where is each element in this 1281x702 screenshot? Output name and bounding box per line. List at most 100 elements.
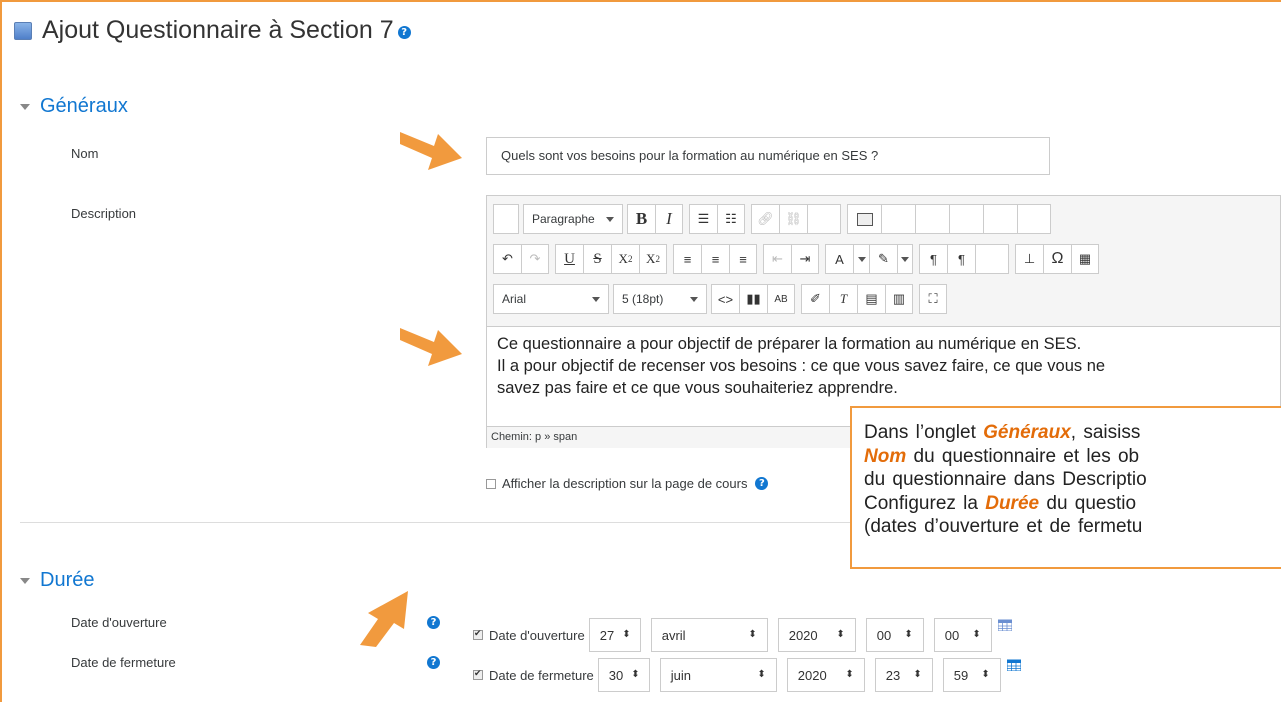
editor-line: Il a pour objectif de recenser vos besoi… (497, 357, 1106, 375)
background-color-dropdown[interactable] (897, 244, 913, 274)
link-button[interactable]: 🔗︎ (751, 204, 779, 234)
ltr-button[interactable]: ¶ (919, 244, 947, 274)
underline-button[interactable]: U (555, 244, 583, 274)
close-hour-select[interactable]: 23 ⬍ (874, 658, 933, 692)
strikethrough-button[interactable]: S (583, 244, 611, 274)
table-button[interactable]: ▦ (1071, 244, 1099, 274)
align-right-button[interactable]: ≡ (729, 244, 757, 274)
open-month-select[interactable]: avril ⬍ (650, 618, 768, 652)
open-year-value: 2020 (788, 627, 818, 643)
callout-line-1: Dans l’onglet Généraux, saisiss (864, 421, 1276, 445)
insert-upload-button[interactable]: ⊥ (1015, 244, 1043, 274)
image-button[interactable] (847, 204, 881, 234)
open-date-enable-checkbox[interactable] (473, 628, 483, 640)
callout-emphasis: Nom (864, 445, 907, 467)
chevron-down-icon (690, 296, 698, 302)
find-button[interactable]: ▮▮ (739, 284, 767, 314)
questionnaire-icon (14, 21, 32, 40)
paste-word-button[interactable]: ▥ (885, 284, 913, 314)
section-duration-toggle[interactable]: Durée (20, 569, 94, 592)
frame-border-left (0, 0, 2, 702)
callout-emphasis: Généraux (983, 422, 1071, 443)
open-date-row: Date d'ouverture 27 ⬍ avril ⬍ 2020 ⬍ 00 ⬍ 00… (473, 618, 1012, 652)
align-left-button[interactable]: ≡ (673, 244, 701, 274)
spellcheck-button[interactable]: AB (767, 284, 795, 314)
special-char-button[interactable]: Ω (1043, 244, 1071, 274)
font-size-value: 5 (18pt) (622, 292, 664, 306)
format-select-value: Paragraphe (532, 212, 595, 226)
open-hour-value: 00 (876, 627, 892, 643)
open-hour-select[interactable]: 00 ⬍ (865, 618, 924, 652)
section-general-title: Généraux (40, 95, 128, 117)
align-center-button[interactable]: ≡ (701, 244, 729, 274)
chevron-down-icon (606, 216, 614, 222)
italic-button[interactable]: I (655, 204, 683, 234)
rtl-button[interactable]: ¶ (947, 244, 975, 274)
chevron-down-icon (901, 256, 909, 262)
open-year-select[interactable]: 2020 ⬍ (777, 618, 856, 652)
close-month-select[interactable]: juin ⬍ (659, 658, 777, 692)
callout-line-3: du questionnaire dans Descriptio (864, 469, 1147, 490)
close-month-value: juin (670, 667, 692, 683)
editor-toolbar-row-2: ↶ ↷ U S X2 X2 ≡ ≡ ≡ ⇤ ⇥ A ✎ ¶ ¶ ⊥ Ω ▦ (493, 244, 1103, 274)
name-input[interactable]: Quels sont vos besoins pour la formation… (486, 137, 1050, 175)
close-date-enable-checkbox[interactable] (473, 668, 483, 680)
clear-format-button[interactable]: ✐ (801, 284, 829, 314)
spinner-icon: ⬍ (981, 669, 990, 680)
close-minute-select[interactable]: 59 ⬍ (942, 658, 1001, 692)
help-icon[interactable]: ? (427, 656, 440, 669)
spinner-icon: ⬍ (631, 669, 640, 680)
remove-format-button[interactable]: T (829, 284, 857, 314)
background-color-button[interactable]: ✎ (869, 244, 897, 274)
outdent-button[interactable]: ⇤ (763, 244, 791, 274)
show-description-label: Afficher la description sur la page de c… (502, 476, 748, 491)
undo-button[interactable]: ↶ (493, 244, 521, 274)
paste-text-button[interactable]: ▤ (857, 284, 885, 314)
bold-button[interactable]: B (627, 204, 655, 234)
frame-border-top (0, 0, 1281, 2)
media-button[interactable] (881, 204, 915, 234)
open-minute-select[interactable]: 00 ⬍ (933, 618, 992, 652)
toolbar-toggle-button[interactable] (493, 204, 519, 234)
section-general-toggle[interactable]: Généraux (20, 95, 128, 118)
close-year-value: 2020 (797, 667, 827, 683)
format-select[interactable]: Paragraphe (523, 204, 623, 234)
video-button[interactable] (983, 204, 1017, 234)
callout-text: Configurez la (864, 492, 986, 514)
font-size-select[interactable]: 5 (18pt) (613, 284, 707, 314)
editor-toolbar-row-3: Arial 5 (18pt) <> ▮▮ AB ✐ T ▤ ▥ ⛶ (493, 284, 951, 314)
screencast-button[interactable] (1017, 204, 1051, 234)
superscript-button[interactable]: X2 (639, 244, 667, 274)
indent-button[interactable]: ⇥ (791, 244, 819, 274)
font-family-select[interactable]: Arial (493, 284, 609, 314)
help-icon[interactable]: ? (755, 477, 769, 490)
font-color-dropdown[interactable] (853, 244, 869, 274)
fullscreen-button[interactable]: ⛶ (919, 284, 947, 314)
close-day-select[interactable]: 30 ⬍ (597, 658, 650, 692)
html-source-button[interactable]: <> (711, 284, 739, 314)
unordered-list-button[interactable]: ☰ (689, 204, 717, 234)
redo-button[interactable]: ↷ (521, 244, 549, 274)
close-year-select[interactable]: 2020 ⬍ (786, 658, 865, 692)
ordered-list-button[interactable]: ☷ (717, 204, 745, 234)
description-label: Description (71, 206, 137, 221)
show-description-checkbox[interactable] (486, 478, 496, 489)
calendar-icon[interactable] (997, 619, 1012, 631)
open-day-value: 27 (599, 627, 615, 643)
manage-files-button[interactable] (915, 204, 949, 234)
subscript-button[interactable]: X2 (611, 244, 639, 274)
name-label: Nom (71, 146, 99, 161)
open-date-checkbox-label: Date d'ouverture (489, 627, 585, 643)
blank-button-2[interactable] (975, 244, 1009, 274)
help-icon[interactable]: ? (427, 616, 440, 629)
unlink-button[interactable]: ⛓︎ (779, 204, 807, 234)
blank-button[interactable] (807, 204, 841, 234)
help-icon[interactable]: ? (397, 26, 411, 39)
calendar-icon[interactable] (1006, 659, 1021, 671)
section-duration-title: Durée (40, 569, 95, 591)
callout-text: du questio (1039, 492, 1137, 514)
close-date-row: Date de fermeture 30 ⬍ juin ⬍ 2020 ⬍ 23 ⬍ 59… (473, 658, 1021, 692)
font-color-button[interactable]: A (825, 244, 853, 274)
open-day-select[interactable]: 27 ⬍ (588, 618, 641, 652)
recordrtc-button[interactable] (949, 204, 983, 234)
